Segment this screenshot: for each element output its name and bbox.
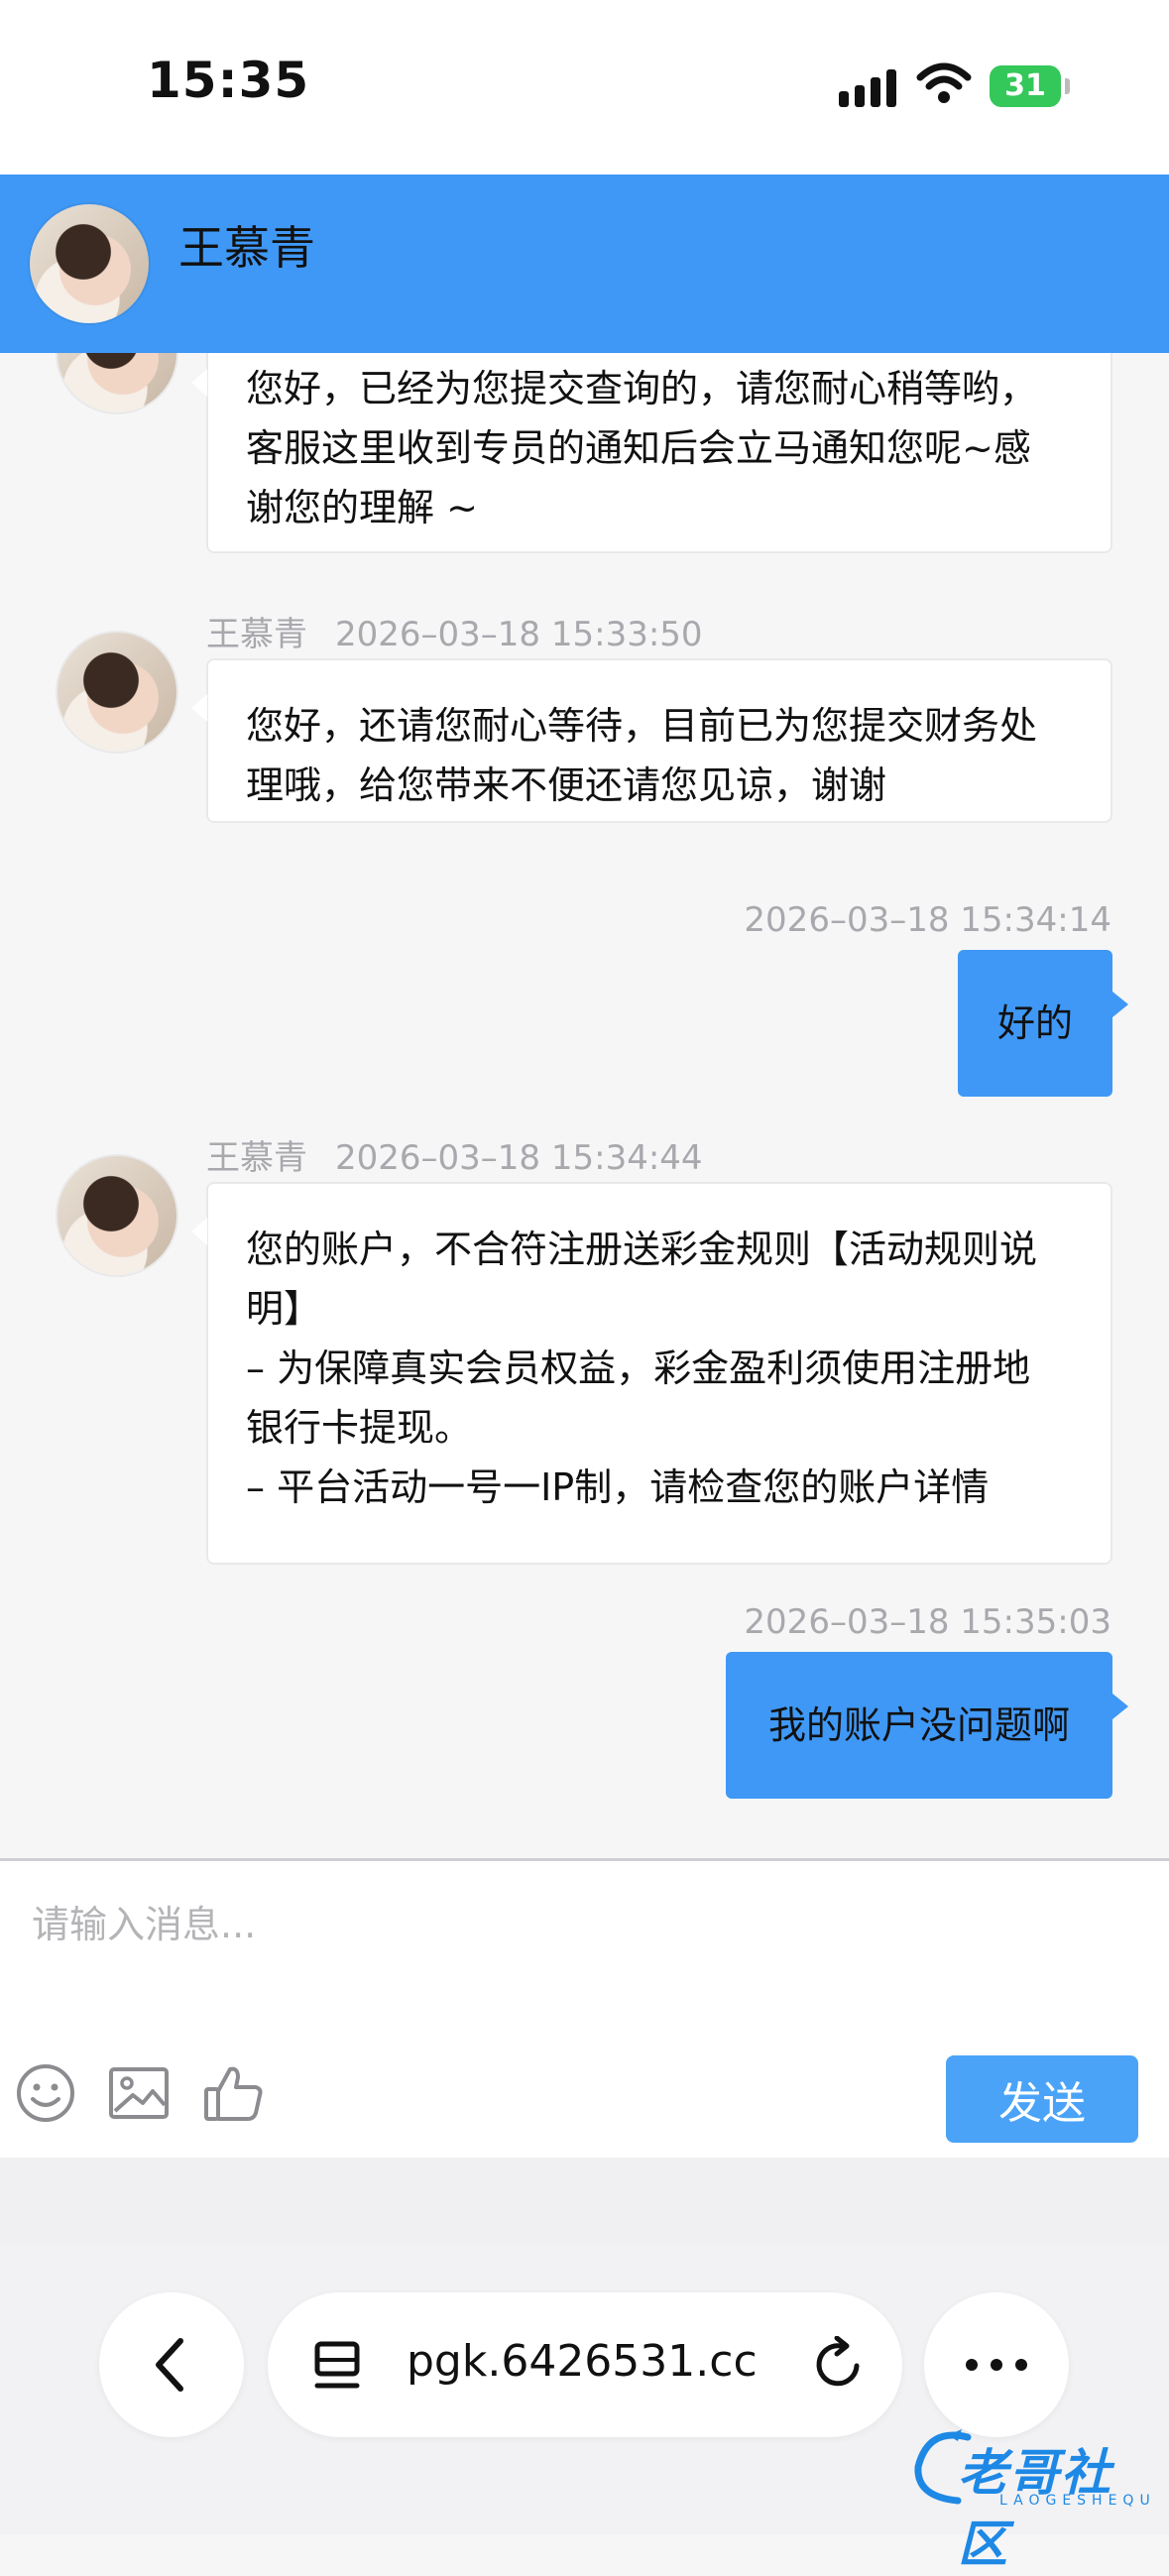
back-button[interactable] (99, 2292, 244, 2437)
message-line: 明】 (246, 1287, 322, 1331)
agent-avatar (58, 353, 176, 412)
address-bar[interactable]: pgk.6426531.cc (268, 2292, 902, 2437)
sender-name: 王慕青 (206, 615, 307, 654)
message-bubble-outgoing: 我的账户没问题啊 (726, 1652, 1128, 1799)
sender-name: 王慕青 (206, 1138, 307, 1178)
message-composer: 发送 (0, 1858, 1169, 2158)
message-time: 2026–03–18 15:34:14 (744, 900, 1111, 940)
contact-avatar[interactable] (30, 204, 149, 323)
browser-toolbar: pgk.6426531.cc 老哥社区 LAOGESHEQU (0, 2243, 1169, 2573)
message-line: 银行卡提现。 (246, 1406, 473, 1450)
agent-avatar (58, 1156, 176, 1275)
watermark-logo: 老哥社区 LAOGESHEQU (908, 2427, 1156, 2573)
message-time: 2026–03–18 15:34:44 (335, 1138, 703, 1178)
status-bar: 15:35 31 (0, 0, 1169, 175)
wifi-icon (916, 62, 972, 103)
divider-band (0, 2158, 1169, 2243)
message-bubble-incoming: 您好，还请您耐心等待，目前已为您提交财务处 理哦，给您带来不便还请您见谅，谢谢 (191, 658, 1112, 823)
url-text: pgk.6426531.cc (407, 2336, 758, 2387)
message-meta: 王慕青 2026–03–18 15:34:44 (206, 1130, 703, 1179)
chat-header: 王慕青 (0, 175, 1169, 353)
more-dots-icon (966, 2359, 1027, 2371)
cellular-signal-icon (839, 67, 898, 107)
more-button[interactable] (924, 2292, 1069, 2437)
message-list[interactable]: 您好，已经为您提交查询的，请您耐心稍等哟， 客服这里收到专员的通知后会立马通知您… (0, 353, 1169, 1858)
message-line: – 平台活动一号一IP制，请检查您的账户详情 (246, 1465, 990, 1509)
watermark-subtext: LAOGESHEQU (999, 2493, 1156, 2509)
message-line: 您好，已经为您提交查询的，请您耐心稍等哟， (246, 367, 1038, 410)
page-menu-icon[interactable] (313, 2340, 369, 2394)
message-meta: 王慕青 2026–03–18 15:33:50 (206, 607, 703, 655)
send-button[interactable]: 发送 (946, 2055, 1138, 2143)
image-icon[interactable] (107, 2061, 171, 2125)
message-bubble-outgoing: 好的 (958, 950, 1128, 1097)
status-time: 15:35 (147, 52, 310, 109)
chevron-left-icon (156, 2338, 183, 2392)
contact-name: 王慕青 (178, 221, 315, 275)
message-time: 2026–03–18 15:35:03 (744, 1602, 1111, 1642)
message-line: 您的账户，不合符注册送彩金规则【活动规则说 (246, 1228, 1038, 1271)
thumbs-up-icon[interactable] (202, 2061, 266, 2125)
reload-icon[interactable] (811, 2336, 867, 2394)
message-bubble-incoming: 您好，已经为您提交查询的，请您耐心稍等哟， 客服这里收到专员的通知后会立马通知您… (191, 353, 1112, 553)
message-line: – 为保障真实会员权益，彩金盈利须使用注册地 (246, 1347, 1031, 1390)
message-bubble-incoming: 您的账户，不合符注册送彩金规则【活动规则说 明】 – 为保障真实会员权益，彩金盈… (191, 1182, 1112, 1565)
message-time: 2026–03–18 15:33:50 (335, 615, 703, 654)
message-line: 理哦，给您带来不便还请您见谅，谢谢 (246, 763, 887, 807)
message-line: 客服这里收到专员的通知后会立马通知您呢~感 (246, 426, 1031, 470)
battery-icon: 31 (990, 65, 1070, 107)
agent-avatar (58, 633, 176, 752)
message-line: 您好，还请您耐心等待，目前已为您提交财务处 (246, 704, 1038, 748)
message-line: 谢您的理解 ~ (246, 486, 478, 529)
emoji-icon[interactable] (14, 2061, 77, 2125)
message-input[interactable] (30, 1889, 1025, 1960)
